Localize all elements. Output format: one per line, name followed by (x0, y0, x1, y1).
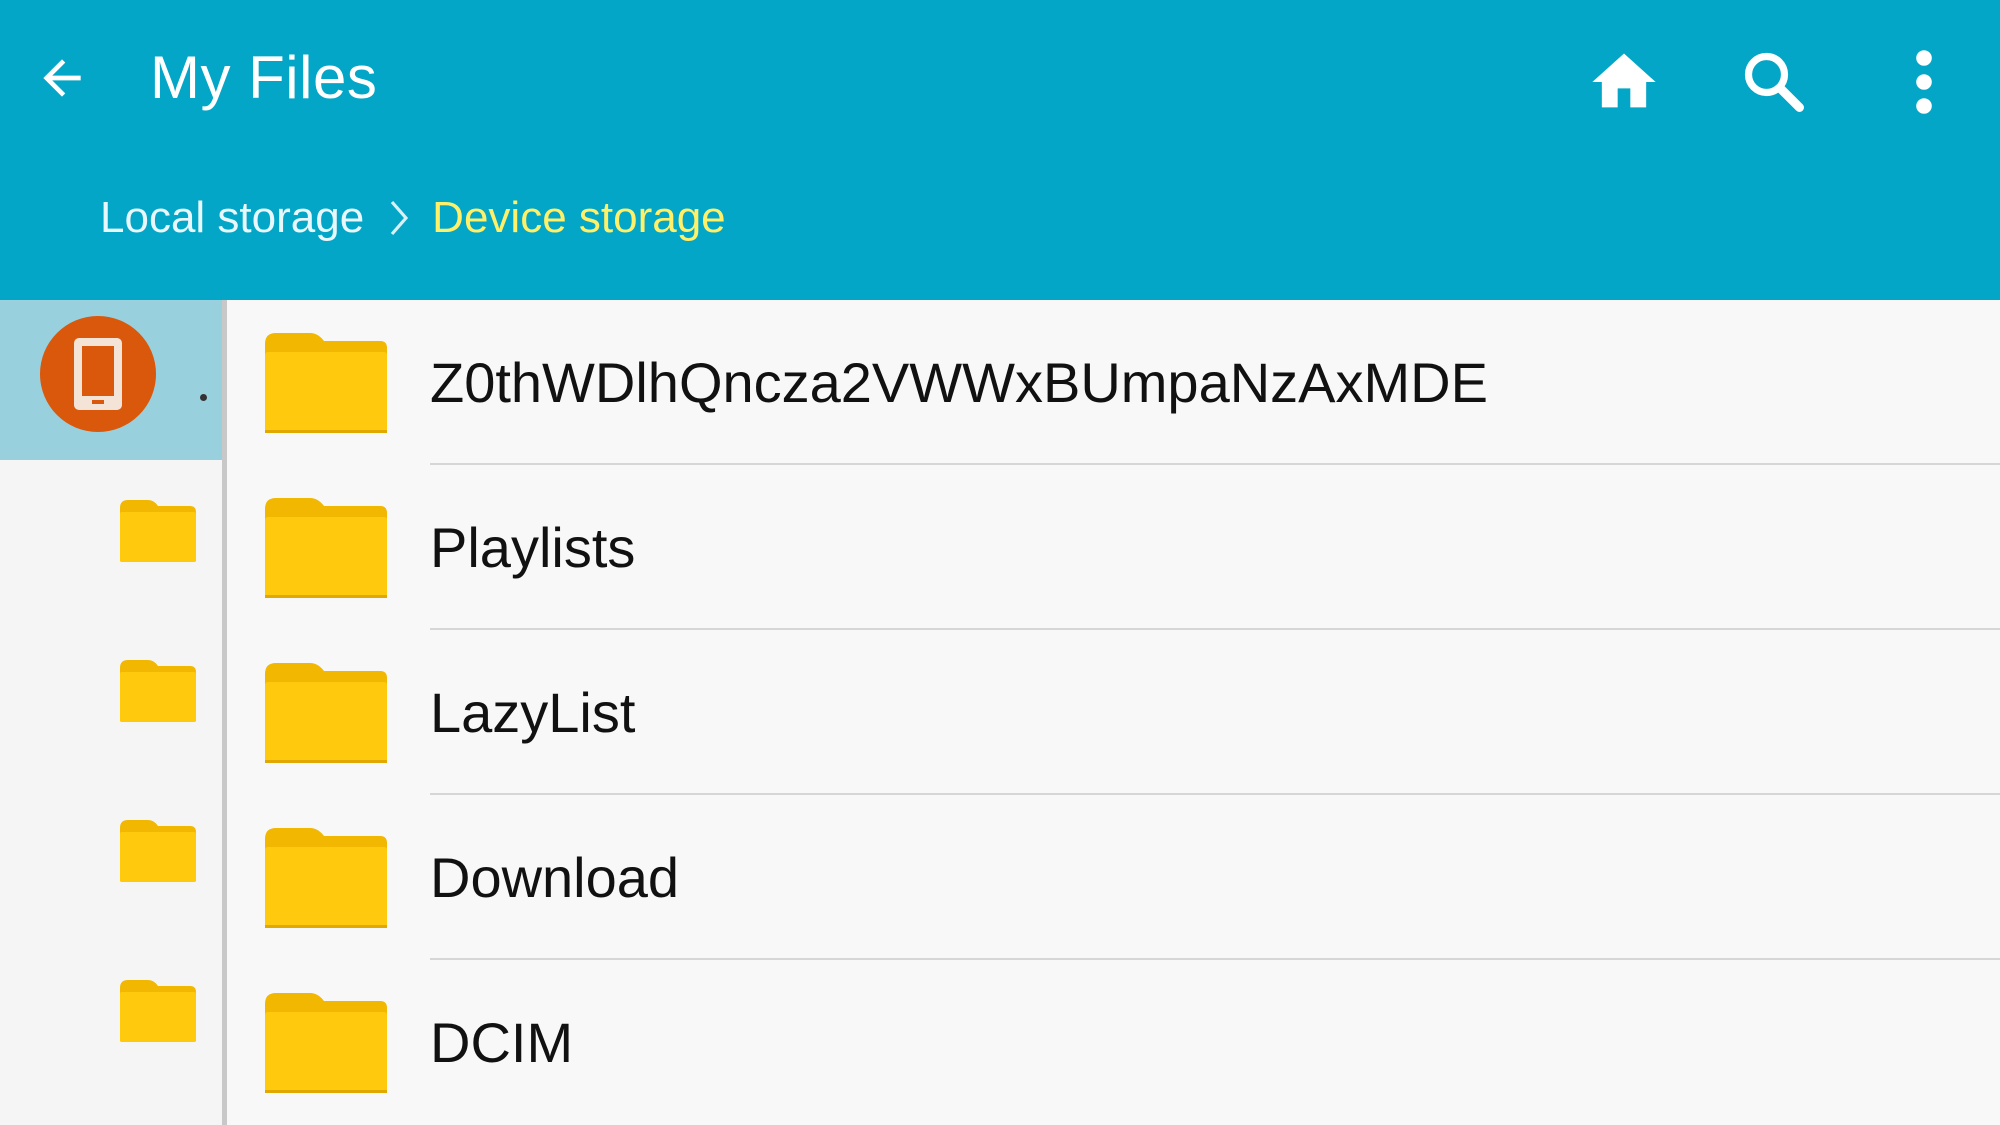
breadcrumb-local-storage[interactable]: Local storage (100, 193, 364, 243)
file-name: Z0thWDlhQncza2VWWxBUmpaNzAxMDE (430, 351, 1488, 414)
tree-folder-item[interactable] (118, 658, 198, 724)
more-vert-icon (1916, 50, 1932, 114)
page-title: My Files (150, 44, 378, 111)
folder-icon (265, 663, 387, 763)
file-list-item[interactable]: LazyList (227, 630, 2000, 795)
folder-icon (265, 828, 387, 928)
folder-icon (265, 333, 387, 433)
file-list-item[interactable]: Download (227, 795, 2000, 960)
file-name: LazyList (430, 681, 636, 744)
home-icon (1592, 53, 1656, 108)
file-name: Playlists (430, 516, 636, 579)
folder-icon (120, 980, 196, 1042)
search-button[interactable] (1726, 34, 1822, 130)
more-options-button[interactable] (1876, 34, 1972, 130)
device-storage-item[interactable] (0, 300, 222, 460)
breadcrumb: Local storage Device storage (100, 180, 726, 256)
folder-icon (265, 993, 387, 1093)
breadcrumb-device-storage[interactable]: Device storage (432, 193, 725, 243)
folder-icon (120, 500, 196, 562)
device-storage-avatar (40, 316, 156, 432)
selection-dot (200, 394, 207, 401)
folder-icon (265, 498, 387, 598)
file-name: Download (430, 846, 680, 909)
chevron-right-icon (388, 198, 410, 238)
back-button[interactable] (22, 38, 102, 118)
file-list-item[interactable]: Z0thWDlhQncza2VWWxBUmpaNzAxMDE (227, 300, 2000, 465)
home-button[interactable] (1576, 34, 1672, 130)
folder-icon (120, 820, 196, 882)
file-list-item[interactable]: Playlists (227, 465, 2000, 630)
arrow-back-icon (43, 59, 81, 97)
tree-folder-item[interactable] (118, 978, 198, 1044)
my-files-app: My Files Local storage Device storage Z0… (0, 0, 2000, 1125)
phone-icon (74, 338, 122, 410)
folder-icon (120, 660, 196, 722)
tree-folder-item[interactable] (118, 818, 198, 884)
search-icon (1744, 52, 1804, 112)
tree-folder-item[interactable] (118, 498, 198, 564)
app-header: My Files Local storage Device storage (0, 0, 2000, 300)
file-list: Z0thWDlhQncza2VWWxBUmpaNzAxMDE Playlists… (227, 300, 2000, 1125)
file-list-item[interactable]: DCIM (227, 960, 2000, 1125)
file-name: DCIM (430, 1011, 574, 1074)
storage-tree-panel (0, 300, 222, 1125)
